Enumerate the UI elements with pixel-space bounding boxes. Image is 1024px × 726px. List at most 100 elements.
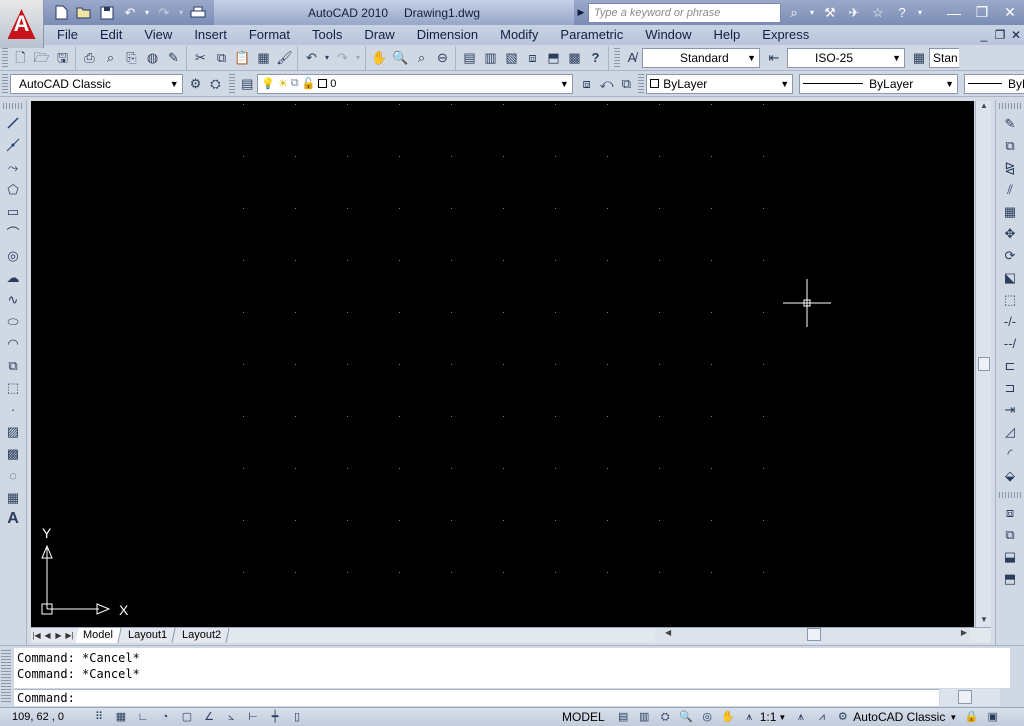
draworder-back-icon[interactable]: ⧉ — [997, 523, 1023, 545]
layer-select[interactable]: 💡 ☀ ⧉ 🔓 0 ▼ — [257, 73, 573, 94]
linetype-select[interactable]: ByLayer ▼ — [799, 73, 958, 94]
clean-screen-icon[interactable]: ▣ — [982, 708, 1003, 726]
tab-layout2[interactable]: Layout2 — [174, 628, 230, 643]
ellipse-arc-icon[interactable]: ◠ — [1, 332, 25, 354]
properties-icon[interactable]: ▤ — [459, 47, 480, 68]
text-style-icon[interactable]: A̸ — [622, 48, 642, 68]
sheet-set-icon[interactable]: ⧈ — [522, 47, 543, 68]
menu-format[interactable]: Format — [238, 25, 301, 45]
redo-dropdown-icon[interactable]: ▾ — [176, 3, 186, 23]
dynamic-ucs-icon[interactable]: ⦣ — [220, 708, 242, 726]
layer-state-manager-icon[interactable]: ⧉ — [616, 74, 636, 94]
my-workspace-icon[interactable]: ⛭ — [206, 74, 226, 94]
toolbar-grip[interactable] — [229, 73, 236, 94]
tb-help-icon[interactable]: ? — [585, 47, 606, 68]
minimize-icon[interactable]: — — [940, 3, 968, 23]
communication-center-icon[interactable]: ✈ — [843, 3, 865, 23]
markup-manager-icon[interactable]: ⬒ — [543, 47, 564, 68]
plot-preview-icon[interactable]: ⌕ — [100, 47, 121, 68]
toolbar-lock-icon[interactable]: 🔒 — [961, 708, 982, 726]
toolbar-grip[interactable] — [999, 103, 1021, 109]
menu-file[interactable]: File — [46, 25, 89, 45]
color-select[interactable]: ByLayer ▼ — [646, 73, 794, 94]
scroll-thumb[interactable] — [978, 357, 990, 371]
quick-view-drawings-icon[interactable]: ▥ — [634, 708, 655, 726]
tb-redo-dropdown-icon[interactable]: ▾ — [353, 47, 363, 68]
tab-layout1[interactable]: Layout1 — [120, 628, 176, 643]
circle-icon[interactable]: ◎ — [1, 244, 25, 266]
paste-icon[interactable]: 📋 — [232, 47, 253, 68]
annotation-scale-value[interactable]: 1:1 — [760, 710, 777, 724]
scroll-right-icon[interactable]: ▶ — [961, 628, 967, 637]
hatch-icon[interactable]: ▨ — [1, 420, 25, 442]
binoculars-icon[interactable]: ⌕ — [783, 3, 805, 23]
annotation-scale-icon[interactable]: ⩚ — [739, 708, 760, 726]
horizontal-scrollbar[interactable]: ◀ ▶ — [655, 628, 970, 642]
menu-window[interactable]: Window — [634, 25, 702, 45]
gradient-icon[interactable]: ▩ — [1, 442, 25, 464]
qnew-icon[interactable]: 🗋 — [10, 47, 31, 68]
save-icon[interactable] — [96, 3, 118, 23]
menu-express[interactable]: Express — [751, 25, 820, 45]
workspace-switching-icon[interactable]: ⚙ — [832, 708, 853, 726]
layer-properties-icon[interactable]: ▤ — [237, 74, 257, 94]
cut-icon[interactable]: ✂ — [190, 47, 211, 68]
join-icon[interactable]: ⇥ — [997, 398, 1023, 420]
first-tab-icon[interactable]: |◀ — [31, 631, 42, 640]
menu-edit[interactable]: Edit — [89, 25, 133, 45]
tab-model[interactable]: Model — [75, 628, 122, 643]
extend-icon[interactable]: --/ — [997, 332, 1023, 354]
tb-undo-dropdown-icon[interactable]: ▾ — [322, 47, 332, 68]
workspace-settings-icon[interactable]: ⚙ — [186, 74, 206, 94]
model-space-label[interactable]: MODEL — [558, 710, 609, 724]
scroll-down-icon[interactable]: ▼ — [976, 615, 992, 627]
snap-mode-icon[interactable]: ⠿ — [88, 708, 110, 726]
lineweight-icon[interactable]: ┿ — [264, 708, 286, 726]
design-center-icon[interactable]: ▥ — [480, 47, 501, 68]
styles-toolbar-grip[interactable] — [614, 47, 620, 68]
polyline-icon[interactable]: ⤳ — [1, 156, 25, 178]
draworder-under-icon[interactable]: ⬒ — [997, 567, 1023, 589]
spline-icon[interactable]: ∿ — [1, 288, 25, 310]
close-icon[interactable]: ✕ — [996, 3, 1024, 23]
menu-parametric[interactable]: Parametric — [549, 25, 634, 45]
viewport-freeze-icon[interactable]: ⧉ — [291, 77, 299, 90]
chamfer-icon[interactable]: ◿ — [997, 420, 1023, 442]
quick-properties-icon[interactable]: ▯ — [286, 708, 308, 726]
mirror-icon[interactable]: ⧎ — [997, 156, 1023, 178]
application-menu-button[interactable]: A — [0, 0, 44, 48]
favorites-icon[interactable]: ☆ — [867, 3, 889, 23]
array-icon[interactable]: ▦ — [997, 200, 1023, 222]
scroll-thumb[interactable] — [807, 628, 821, 641]
menu-tools[interactable]: Tools — [301, 25, 353, 45]
menu-view[interactable]: View — [133, 25, 183, 45]
toolbar-grip[interactable] — [2, 73, 8, 94]
stretch-icon[interactable]: ⬚ — [997, 288, 1023, 310]
command-window-grip[interactable] — [1, 650, 11, 702]
region-icon[interactable]: ◌ — [1, 464, 25, 486]
erase-icon[interactable]: ✎ — [997, 112, 1023, 134]
undo-dropdown-icon[interactable]: ▾ — [142, 3, 152, 23]
trim-icon[interactable]: -/- — [997, 310, 1023, 332]
scroll-left-icon[interactable]: ◀ — [665, 628, 671, 637]
point-icon[interactable]: · — [1, 398, 25, 420]
revision-cloud-icon[interactable]: ☁ — [1, 266, 25, 288]
3d-dwf-icon[interactable]: ◍ — [142, 47, 163, 68]
draworder-above-icon[interactable]: ⬓ — [997, 545, 1023, 567]
quickcalc-icon[interactable]: ▩ — [564, 47, 585, 68]
polygon-icon[interactable]: ⬠ — [1, 178, 25, 200]
undo-icon[interactable]: ↶ — [119, 3, 141, 23]
drawing-area[interactable]: X Y — [31, 101, 974, 627]
fillet-icon[interactable]: ◜ — [997, 442, 1023, 464]
subscription-center-icon[interactable]: ⚒ — [819, 3, 841, 23]
quick-view-layouts-icon[interactable]: ▤ — [613, 708, 634, 726]
help-icon[interactable]: ? — [891, 3, 913, 23]
line-icon[interactable] — [1, 112, 25, 134]
explode-icon[interactable]: ⬙ — [997, 464, 1023, 486]
menu-modify[interactable]: Modify — [489, 25, 549, 45]
tb-redo-icon[interactable]: ↷ — [332, 47, 353, 68]
block-editor-icon[interactable]: ▦ — [253, 47, 274, 68]
redo-icon[interactable]: ↷ — [153, 3, 175, 23]
table-style-icon[interactable]: ▦ — [909, 48, 929, 68]
layer-previous-icon[interactable]: ⤺ — [597, 74, 617, 94]
